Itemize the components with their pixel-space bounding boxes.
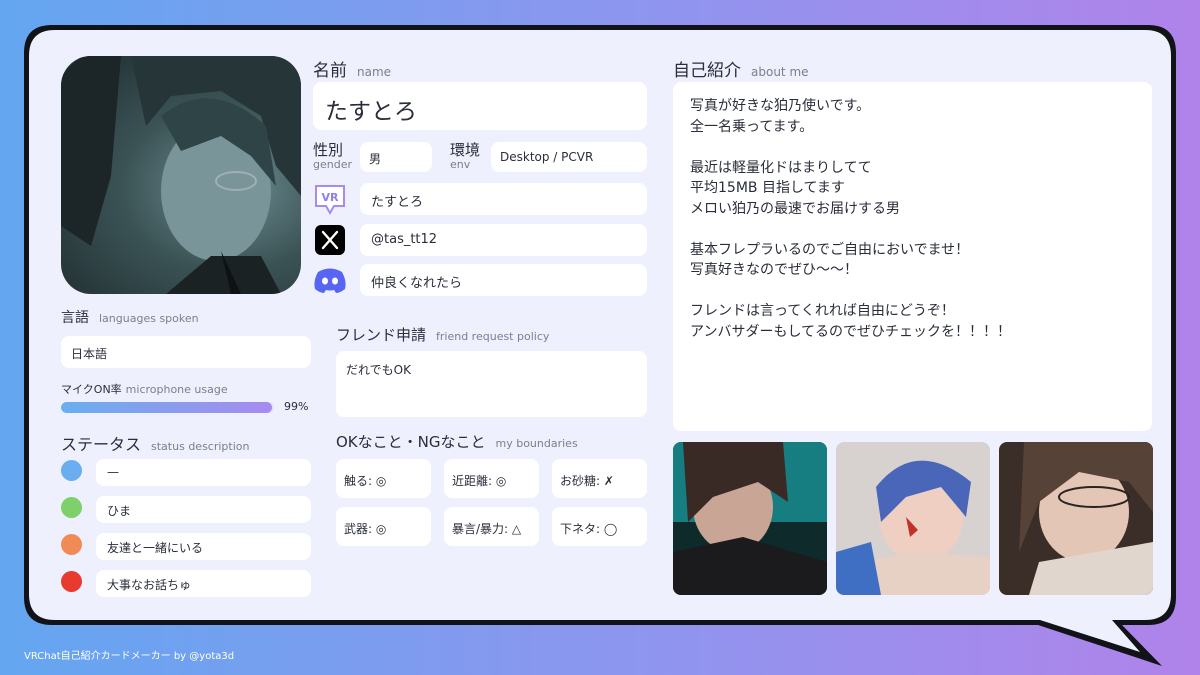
- about-line: [690, 281, 1011, 302]
- gallery-photo: [673, 442, 827, 595]
- status-text: —: [107, 465, 119, 479]
- mic-bar-fill: [61, 402, 272, 413]
- status-header: ステータス status description: [61, 431, 249, 455]
- status-dot-orange: [61, 534, 82, 555]
- env-value: Desktop / PCVR: [500, 150, 594, 164]
- boundary-item: お砂糖: ✗: [552, 459, 647, 498]
- gender-value: 男: [369, 152, 382, 166]
- status-item: 友達と一緒にいる: [96, 533, 311, 560]
- discord-value: 仲良くなれたら: [371, 276, 463, 291]
- friend-sub: friend request policy: [436, 330, 550, 343]
- name-value: たすとろ: [325, 99, 417, 125]
- avatar-portrait: [61, 56, 301, 294]
- mic-sub: microphone usage: [125, 383, 228, 396]
- name-field: たすとろ: [313, 82, 647, 130]
- env-field: Desktop / PCVR: [491, 142, 647, 172]
- x-icon: [315, 225, 345, 255]
- mic-header: マイクON率 microphone usage: [61, 378, 228, 397]
- boundary-text: 武器: ◎: [344, 522, 387, 536]
- boundary-text: 暴言/暴力: △: [452, 522, 522, 536]
- name-label: 名前: [313, 61, 347, 81]
- about-text: 写真が好きな狛乃使いです。 全一名乗ってます。 最近は軽量化ドはまりしてて 平均15…: [690, 96, 1011, 342]
- mic-bar: [61, 402, 274, 413]
- boundary-text: お砂糖: ✗: [560, 474, 614, 488]
- language-field: 日本語: [61, 336, 311, 368]
- status-text: ひま: [107, 504, 132, 518]
- status-text: 大事なお話ちゅ: [107, 578, 192, 592]
- status-item: —: [96, 459, 311, 486]
- boundary-item: 暴言/暴力: △: [444, 507, 539, 546]
- gender-field: 男: [360, 142, 432, 172]
- boundary-item: 武器: ◎: [336, 507, 431, 546]
- status-text: 友達と一緒にいる: [107, 541, 204, 555]
- mic-label: マイクON率: [61, 383, 122, 396]
- gender-label: 性別: [313, 141, 344, 159]
- about-line: 写真が好きな狛乃使いです。: [690, 98, 871, 114]
- discord-icon: [313, 266, 347, 294]
- about-line: [690, 219, 1011, 240]
- mic-percent: 99%: [284, 400, 309, 413]
- language-label: 言語: [61, 310, 89, 326]
- boundary-text: 近距離: ◎: [452, 474, 507, 488]
- name-header: 名前 name: [313, 56, 391, 81]
- about-line: メロい狛乃の最速でお届けする男: [690, 200, 900, 217]
- about-label: 自己紹介: [673, 61, 741, 81]
- friend-field: だれでもOK: [336, 351, 647, 417]
- about-header: 自己紹介 about me: [673, 56, 809, 81]
- vrchat-field: たすとろ: [360, 183, 647, 215]
- status-label: ステータス: [61, 435, 142, 454]
- boundary-text: 下ネタ: ◯: [560, 522, 618, 536]
- about-line: 最近は軽量化ドはまりしてて: [690, 159, 872, 176]
- footer-credit: VRChat自己紹介カードメーカー by @yota3d: [24, 651, 235, 662]
- status-dot-blue: [61, 460, 82, 481]
- gallery-photo: [836, 442, 990, 595]
- discord-field: 仲良くなれたら: [360, 264, 647, 296]
- x-field: @tas_tt12: [360, 224, 647, 256]
- status-sub: status description: [151, 440, 250, 453]
- boundaries-label: OKなこと・NGなこと: [336, 433, 486, 451]
- env-sub: env: [450, 158, 471, 171]
- language-sub: languages spoken: [99, 312, 199, 325]
- friend-header: フレンド申請 friend request policy: [336, 324, 549, 345]
- gender-sub: gender: [313, 158, 352, 171]
- boundaries-header: OKなこと・NGなこと my boundaries: [336, 431, 578, 452]
- name-sub: name: [357, 65, 392, 79]
- about-line: 全一名乗ってます。: [690, 118, 814, 135]
- status-item: ひま: [96, 496, 311, 523]
- boundary-item: 触る: ◎: [336, 459, 431, 498]
- status-item: 大事なお話ちゅ: [96, 570, 311, 597]
- svg-text:VR: VR: [322, 191, 340, 204]
- status-dot-red: [61, 571, 82, 592]
- boundary-item: 下ネタ: ◯: [552, 507, 647, 546]
- status-dot-green: [61, 497, 82, 518]
- about-line: アンバサダーもしてるのでぜひチェックを！！！！: [690, 323, 1012, 340]
- friend-value: だれでもOK: [346, 363, 411, 377]
- about-line: フレンドは言ってくれれば自由にどうぞ！: [690, 303, 955, 319]
- about-line: 平均15MB 目指してます: [690, 180, 845, 196]
- vrchat-value: たすとろ: [371, 195, 424, 210]
- about-line: 基本フレプラいるのでご自由においでませ！: [690, 241, 970, 258]
- about-line: [690, 137, 1011, 158]
- env-label: 環境: [450, 141, 481, 159]
- language-header: 言語 languages spoken: [61, 307, 199, 327]
- vrchat-icon: VR: [313, 183, 347, 217]
- about-box: 写真が好きな狛乃使いです。 全一名乗ってます。 最近は軽量化ドはまりしてて 平均15…: [673, 82, 1152, 431]
- x-value: @tas_tt12: [371, 232, 438, 247]
- boundaries-sub: my boundaries: [495, 437, 578, 450]
- gallery-photo: [999, 442, 1153, 595]
- boundary-text: 触る: ◎: [344, 474, 387, 488]
- about-line: 写真好きなのでぜひ〜〜！: [690, 262, 858, 278]
- friend-label: フレンド申請: [336, 326, 427, 344]
- language-value: 日本語: [71, 347, 108, 361]
- about-sub: about me: [751, 65, 809, 79]
- boundary-item: 近距離: ◎: [444, 459, 539, 498]
